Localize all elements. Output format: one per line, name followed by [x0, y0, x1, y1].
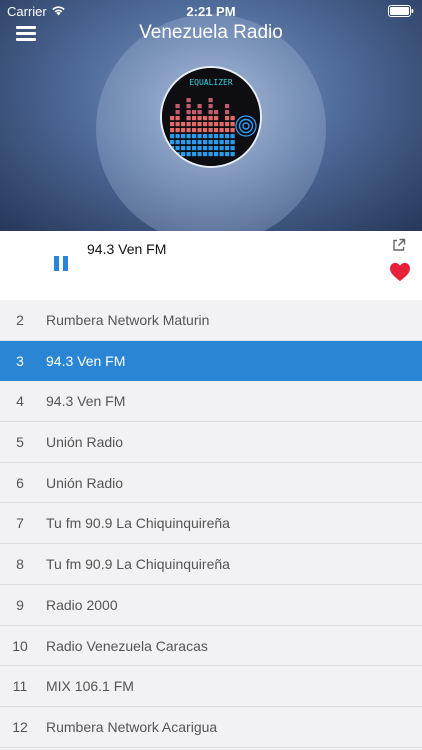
station-name: 94.3 Ven FM — [46, 352, 126, 369]
equalizer-artwork-icon: EQUALIZER — [162, 68, 260, 166]
status-time: 2:21 PM — [186, 4, 236, 19]
station-row[interactable]: 3 94.3 Ven FM — [0, 340, 422, 382]
station-row[interactable]: 8 Tu fm 90.9 La Chiquinquireña — [0, 544, 422, 585]
station-name: Unión Radio — [46, 474, 124, 491]
station-row[interactable]: 9 Radio 2000 — [0, 584, 422, 626]
station-name: MIX 106.1 FM — [46, 678, 134, 695]
now-playing-bar: 94.3 Ven FM — [0, 231, 422, 300]
station-row[interactable]: 4 94.3 Ven FM — [0, 381, 422, 423]
status-bar: Carrier 2:21 PM — [0, 0, 422, 22]
station-row[interactable]: 2 Rumbera Network Maturin — [0, 300, 422, 341]
station-number: 10 — [12, 637, 28, 654]
heart-icon[interactable] — [389, 262, 411, 282]
station-row[interactable]: 7 Tu fm 90.9 La Chiquinquireña — [0, 503, 422, 545]
station-name: Rumbera Network Maturin — [46, 312, 210, 328]
station-name: Radio 2000 — [46, 596, 118, 613]
header-hero: Carrier 2:21 PM Venezuela Radio EQUALIZE… — [0, 0, 422, 231]
station-name: Unión Radio — [46, 434, 124, 451]
station-number: 8 — [16, 556, 24, 573]
station-number: 2 — [16, 312, 24, 328]
station-artwork: EQUALIZER — [160, 66, 262, 168]
station-number: 3 — [16, 352, 24, 369]
station-row[interactable]: 12 Rumbera Network Acarigua — [0, 706, 422, 748]
now-playing-title: 94.3 Ven FM — [87, 241, 167, 257]
station-number: 7 — [16, 515, 24, 532]
station-row[interactable]: 10 Radio Venezuela Caracas — [0, 625, 422, 667]
station-number: 4 — [16, 393, 24, 410]
page-title: Venezuela Radio — [139, 22, 283, 43]
station-name: Rumbera Network Acarigua — [46, 718, 218, 735]
station-name: Radio Venezuela Caracas — [46, 637, 208, 654]
artwork-text: EQUALIZER — [189, 78, 233, 87]
station-number: 9 — [16, 596, 24, 613]
station-row[interactable]: 5 Unión Radio — [0, 422, 422, 463]
battery-icon — [388, 5, 414, 17]
station-number: 6 — [16, 474, 24, 491]
station-row[interactable]: 6 Unión Radio — [0, 462, 422, 504]
station-name: Tu fm 90.9 La Chiquinquireña — [46, 556, 230, 573]
station-name: 94.3 Ven FM — [46, 393, 126, 410]
pause-button[interactable] — [54, 256, 70, 274]
share-icon[interactable] — [392, 238, 406, 252]
station-number: 5 — [16, 434, 24, 451]
station-number: 12 — [12, 718, 28, 735]
station-row[interactable]: 11 MIX 106.1 FM — [0, 666, 422, 707]
station-list: 2 Rumbera Network Maturin 3 94.3 Ven FM 4 94.… — [0, 300, 422, 748]
station-number: 11 — [12, 678, 28, 695]
station-name: Tu fm 90.9 La Chiquinquireña — [46, 515, 230, 532]
